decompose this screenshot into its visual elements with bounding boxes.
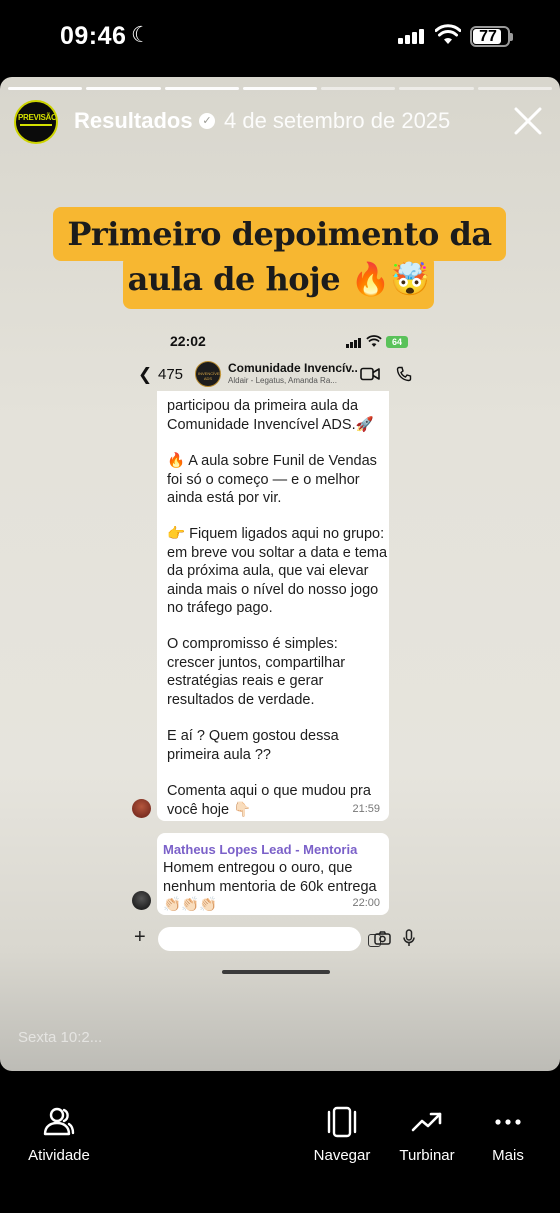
embedded-chat-screenshot: 22:02 64 ❮ 475 INVENCÍVEL ADS Comunidade… [130,327,430,977]
bottom-navigation: Atividade Navegar Turbinar Mais [0,1071,560,1213]
avatar-logo-text: PREVISÃO [18,113,57,122]
progress-segment [86,87,161,90]
status-time: 09:46 [60,22,127,50]
story-viewer[interactable]: PREVISÃO Resultados ✓ 4 de setembro de 2… [0,77,560,1071]
group-avatar: INVENCÍVEL ADS [195,361,222,387]
message-time: 21:59 [352,802,380,815]
chat-message-bubble: participou da primeira aula da Comunidad… [157,391,389,821]
account-avatar[interactable]: PREVISÃO [14,100,58,144]
status-bar: 09:46 ☾ 77 [0,0,560,76]
chevron-left-icon: ❮ [138,365,153,384]
message-paragraph: O compromisso é simples: crescer juntos,… [167,636,346,708]
chat-signal-icon [346,338,362,348]
more-dots-icon [495,1119,521,1125]
chat-battery: 64 [386,336,408,348]
progress-segment [477,87,552,90]
story-caption: Sexta 10:2... [18,1029,103,1046]
message-paragraph: participou da primeira aula da Comunidad… [167,398,374,433]
wifi-icon [435,24,461,44]
story-date: 4 de setembro de 2025 [224,108,451,133]
chat-wifi-icon [366,335,382,347]
battery-icon: 77 [470,26,513,47]
close-icon[interactable] [510,103,546,139]
chat-status-time: 22:02 [170,333,206,349]
message-paragraph: 🔥 A aula sobre Funil de Vendas foi só o … [167,453,377,506]
home-indicator [222,970,330,974]
headline-line-1: Primeiro depoimento da [67,215,492,253]
story-progress [8,87,552,90]
nav-more[interactable]: Mais [484,1105,532,1164]
chat-message-bubble: Matheus Lopes Lead - Mentoria Homem entr… [157,833,389,915]
chat-status-bar: 22:02 64 [130,327,430,355]
activity-people-icon [43,1107,75,1136]
chat-back-count: 475 [158,366,184,383]
progress-segment [321,87,396,90]
message-paragraph: E aí ? Quem gostou dessa primeira aula ?… [167,728,339,763]
account-name[interactable]: Resultados [74,108,193,134]
plus-icon: + [134,926,146,948]
chat-input-bar: + [130,925,430,955]
message-sender: Matheus Lopes Lead - Mentoria [163,842,358,857]
nav-label: Turbinar [399,1147,455,1164]
video-call-icon [360,367,380,381]
nav-browse[interactable]: Navegar [308,1105,376,1164]
progress-segment [8,87,83,90]
boost-trend-icon [411,1112,442,1132]
progress-segment [242,87,318,90]
cellular-signal-icon [398,28,426,44]
verified-badge-icon: ✓ [199,113,215,129]
message-time: 22:00 [352,896,380,909]
progress-segment [399,87,474,90]
phone-call-icon [396,366,412,382]
moon-icon: ☾ [131,22,151,47]
browse-cards-icon [327,1106,357,1138]
battery-level: 77 [479,28,497,45]
nav-label: Navegar [313,1147,371,1164]
nav-activity[interactable]: Atividade [22,1105,96,1164]
sender-avatar [132,891,151,910]
message-paragraph: 👉 Fiquem ligados aqui no grupo: em breve… [167,526,388,616]
chat-header: ❮ 475 INVENCÍVEL ADS Comunidade Invencív… [130,357,430,393]
nav-label: Mais [492,1147,524,1164]
nav-boost[interactable]: Turbinar [394,1105,460,1164]
microphone-icon [403,929,415,946]
group-avatar-text: INVENCÍVEL ADS [198,371,222,381]
progress-segment [164,87,239,90]
chat-message-input [158,927,381,951]
group-name: Comunidade Invencív... [228,361,358,375]
story-header: PREVISÃO Resultados ✓ 4 de setembro de 2… [14,99,546,145]
nav-label: Atividade [28,1147,90,1164]
sender-avatar [132,799,151,818]
headline-line-2: aula de hoje 🔥🤯 [127,260,430,298]
group-members: Aldair - Legatus, Amanda Ra... [228,376,337,385]
camera-icon [374,931,391,945]
